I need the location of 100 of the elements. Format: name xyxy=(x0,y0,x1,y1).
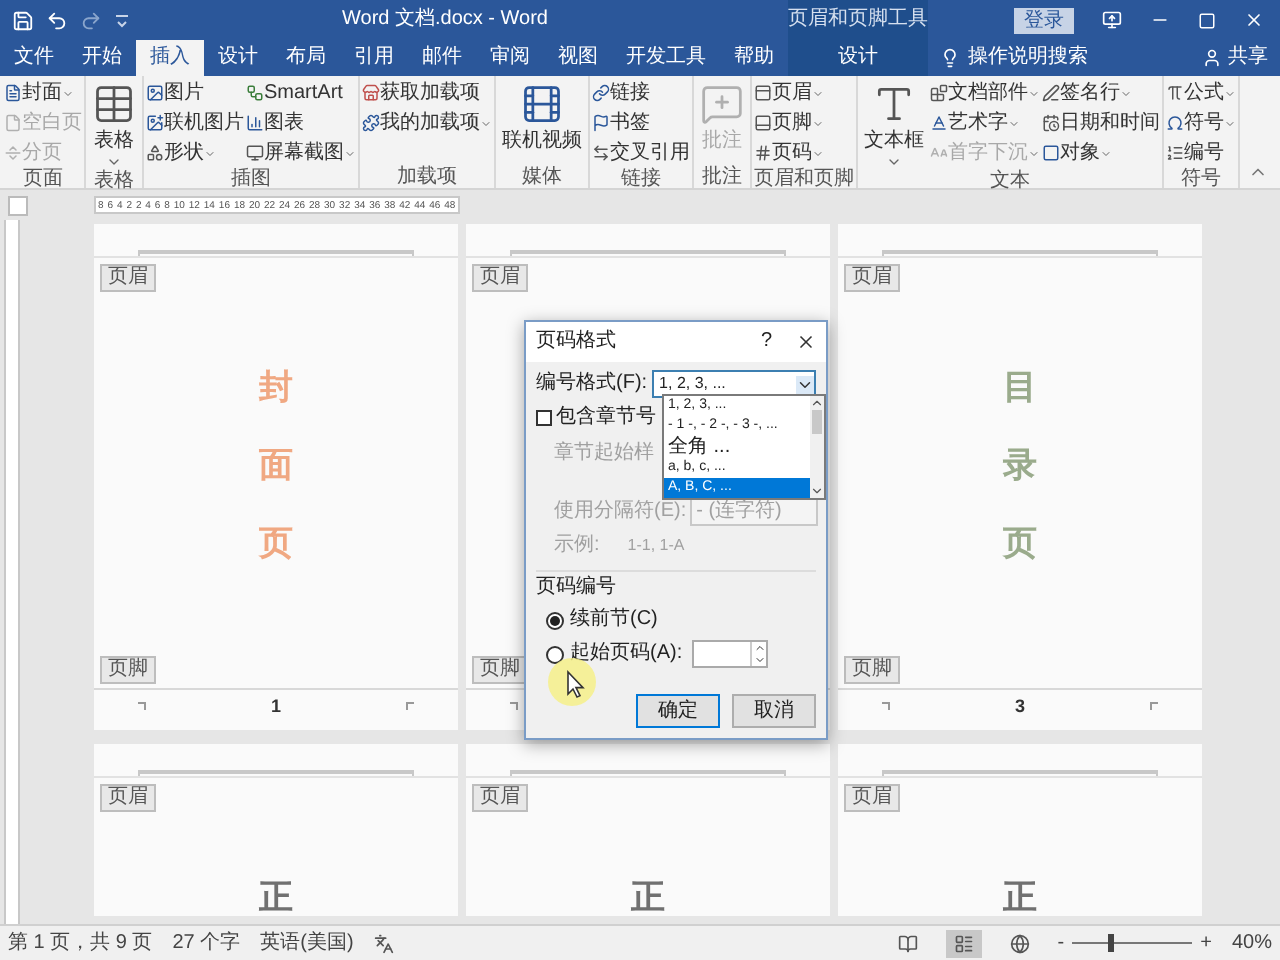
ribbon-button[interactable]: 符号 xyxy=(1166,108,1236,138)
ribbon-button[interactable]: 交叉引用 xyxy=(592,138,690,168)
square-icon xyxy=(1042,144,1060,162)
scrollbar[interactable] xyxy=(810,396,824,498)
caret-icon xyxy=(1120,87,1132,99)
ribbon-button[interactable]: 屏幕截图 xyxy=(246,138,356,168)
comment-icon xyxy=(700,82,744,126)
header-tag: 页眉 xyxy=(472,264,528,292)
letter-a-icon xyxy=(930,114,948,132)
ribbon-tab[interactable]: 设计 xyxy=(204,40,272,76)
ribbon-tab[interactable]: 文件 xyxy=(0,40,68,76)
ribbon-button[interactable]: 编号 xyxy=(1166,138,1236,168)
checkbox-label: 包含章节号 xyxy=(556,406,656,430)
ribbon-tab[interactable]: 开始 xyxy=(68,40,136,76)
zoom-out-button[interactable]: - xyxy=(1057,931,1065,955)
redo-icon[interactable] xyxy=(80,9,102,31)
share-button[interactable]: 共享 xyxy=(1202,46,1268,70)
tell-me-search[interactable]: 操作说明搜索 xyxy=(940,46,1088,70)
close-icon[interactable] xyxy=(1244,10,1264,30)
ribbon-tab[interactable]: 帮助 xyxy=(720,40,788,76)
scroll-up-icon[interactable] xyxy=(810,396,824,410)
ribbon-button[interactable]: SmartArt xyxy=(246,78,356,108)
ribbon-options-icon[interactable] xyxy=(1102,10,1122,30)
field-label: 章节起始样 xyxy=(554,442,654,466)
ribbon-button[interactable]: 表格 xyxy=(88,78,140,170)
caret-icon xyxy=(344,147,356,159)
ribbon-button[interactable]: 图表 xyxy=(246,108,356,138)
ribbon-button[interactable]: 书签 xyxy=(592,108,690,138)
heading-character: 正 xyxy=(259,878,293,916)
scroll-down-icon[interactable] xyxy=(810,484,824,498)
omega-icon xyxy=(1166,114,1184,132)
language[interactable]: 英语(美国) xyxy=(260,931,354,955)
ribbon-button[interactable]: 联机视频 xyxy=(498,78,586,154)
dropdown-option[interactable]: 全角 ... xyxy=(664,436,810,458)
caret-icon xyxy=(886,154,902,170)
book-icon xyxy=(897,933,918,953)
header-tag: 页眉 xyxy=(844,264,900,292)
ribbon-tab[interactable]: 设计 xyxy=(824,40,892,76)
spin-down-icon[interactable] xyxy=(753,654,766,666)
ribbon-tab[interactable]: 视图 xyxy=(544,40,612,76)
arrows-icon xyxy=(592,144,610,162)
blocks-icon xyxy=(930,84,948,102)
zoom-thumb[interactable] xyxy=(1108,934,1115,952)
user-icon xyxy=(1202,48,1222,68)
zoom-level[interactable]: 40% xyxy=(1231,931,1272,955)
footer-tag: 页脚 xyxy=(844,656,900,684)
checkbox[interactable] xyxy=(536,410,552,426)
save-icon[interactable] xyxy=(12,9,34,31)
ribbon-button[interactable]: 艺术字 xyxy=(930,108,1040,138)
ribbon-tab[interactable]: 布局 xyxy=(272,40,340,76)
customize-icon[interactable] xyxy=(114,12,130,28)
zoom-in-button[interactable]: + xyxy=(1200,931,1212,955)
dialog-button[interactable]: 确定 xyxy=(636,694,720,728)
ribbon-button[interactable]: 公式 xyxy=(1166,78,1236,108)
start-number-spinner[interactable] xyxy=(692,640,769,668)
ribbon-tab[interactable]: 引用 xyxy=(340,40,408,76)
table-icon xyxy=(92,82,136,126)
ribbon-button[interactable]: 页脚 xyxy=(754,108,824,138)
close-icon[interactable] xyxy=(796,332,816,352)
ribbon-button[interactable]: 文本框 xyxy=(860,78,928,170)
group-label: 媒体 xyxy=(522,166,562,188)
help-button[interactable]: ? xyxy=(760,330,772,354)
ribbon-button[interactable]: 日期和时间 xyxy=(1042,108,1160,138)
heading-character: 面 xyxy=(259,445,293,483)
ribbon-button[interactable]: 文档部件 xyxy=(930,78,1040,108)
radio-button[interactable] xyxy=(546,645,564,663)
lightbulb-icon xyxy=(940,48,960,68)
ribbon-tab[interactable]: 开发工具 xyxy=(612,40,720,76)
ribbon-button[interactable]: 联机图片 xyxy=(146,108,244,138)
letters-icon xyxy=(930,144,948,162)
ribbon-tab[interactable]: 审阅 xyxy=(476,40,544,76)
radio-label: 续前节(C) xyxy=(570,608,658,632)
maximize-icon[interactable] xyxy=(1198,11,1216,29)
radio-button[interactable] xyxy=(546,611,564,629)
ribbon-button[interactable]: 签名行 xyxy=(1042,78,1160,108)
ribbon-button[interactable]: 页码 xyxy=(754,138,824,168)
ribbon-button[interactable]: 页眉 xyxy=(754,78,824,108)
ribbon-button[interactable]: 我的加载项 xyxy=(362,108,492,138)
view-button[interactable] xyxy=(945,929,982,957)
footer-tag: 页脚 xyxy=(472,656,528,684)
group-label: 链接 xyxy=(621,168,661,190)
sign-in-button[interactable]: 登录 xyxy=(1014,7,1074,33)
undo-icon[interactable] xyxy=(46,9,68,31)
ribbon-button[interactable]: 封面 xyxy=(4,78,82,108)
numbered-list-icon xyxy=(1166,144,1184,162)
page-count[interactable]: 第 1 页，共 9 页 xyxy=(8,931,153,955)
ribbon-tab[interactable]: 邮件 xyxy=(408,40,476,76)
group-label: 加载项 xyxy=(397,166,457,188)
ribbon-button[interactable]: 图片 xyxy=(146,78,244,108)
example-value: 1-1, 1-A xyxy=(627,534,685,558)
word-count[interactable]: 27 个字 xyxy=(172,931,241,955)
ribbon-button[interactable]: 链接 xyxy=(592,78,690,108)
proofing-icon[interactable] xyxy=(373,933,394,953)
radio-label: 起始页码(A): xyxy=(570,642,683,666)
ribbon-button[interactable]: 获取加载项 xyxy=(362,78,492,108)
ribbon-tab[interactable]: 插入 xyxy=(136,40,204,76)
spin-up-icon[interactable] xyxy=(753,642,766,654)
ribbon-button[interactable]: 对象 xyxy=(1042,138,1160,168)
dialog-button[interactable]: 取消 xyxy=(732,694,816,728)
ribbon-button[interactable]: 形状 xyxy=(146,138,244,168)
